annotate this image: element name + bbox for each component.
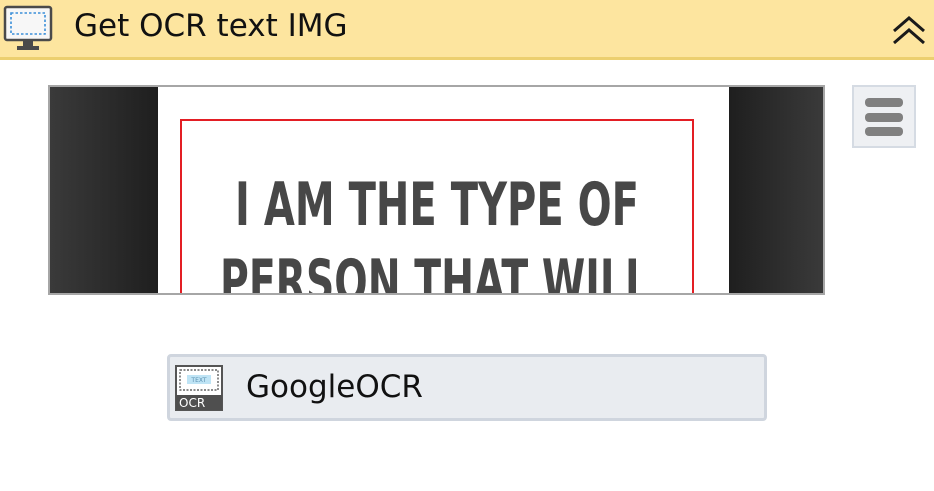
ocr-icon-badge: OCR <box>179 396 205 410</box>
preview-menu-button[interactable] <box>852 85 916 148</box>
double-chevron-up-icon[interactable] <box>888 10 930 50</box>
quote-line-2: PERSON THAT WILL <box>220 247 650 293</box>
monitor-icon <box>3 5 53 50</box>
quote-line-1: I AM THE TYPE OF <box>235 170 639 240</box>
activity-title: Get OCR text IMG <box>74 8 348 44</box>
ocr-activity-panel: Get OCR text IMG I AM THE TYPE OF PERSON… <box>0 0 934 491</box>
ocr-icon: TEXT OCR <box>175 365 223 411</box>
ocr-icon-inner-text: TEXT <box>190 377 206 384</box>
ocr-engine-selector[interactable]: TEXT OCR GoogleOCR <box>167 354 767 421</box>
activity-header[interactable]: Get OCR text IMG <box>0 0 934 60</box>
ocr-engine-label: GoogleOCR <box>246 369 423 405</box>
image-preview[interactable]: I AM THE TYPE OF PERSON THAT WILL <box>48 85 825 295</box>
